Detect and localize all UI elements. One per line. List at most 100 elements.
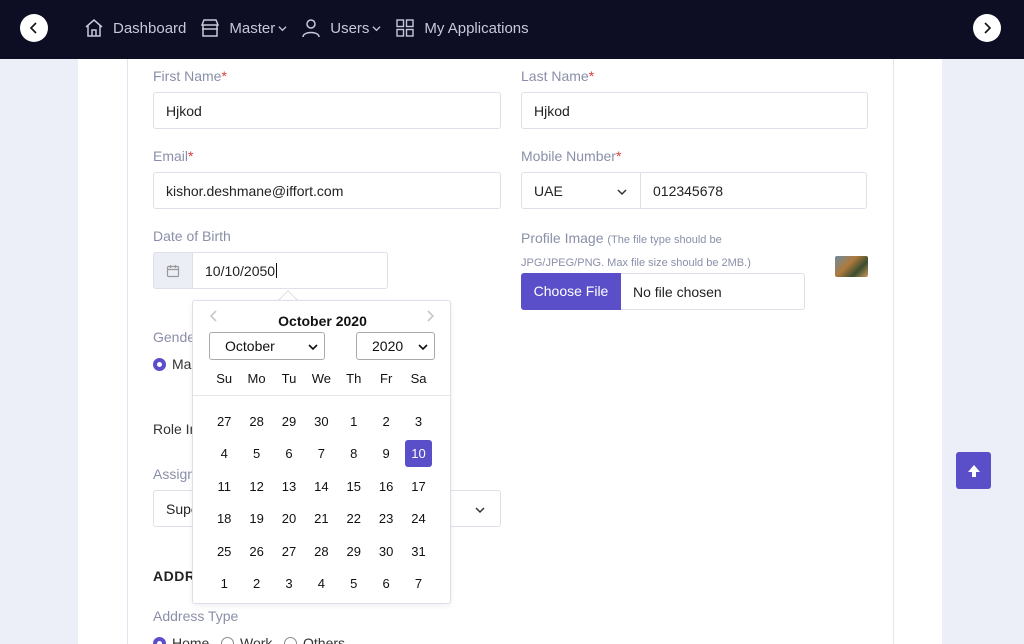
choose-file-button[interactable]: Choose File [521, 272, 621, 310]
gender-male-label: Ma [172, 356, 192, 372]
weekday-label: Tu [281, 371, 297, 386]
weekday-label: Th [346, 371, 362, 386]
calendar-day[interactable]: 31 [402, 535, 434, 568]
nav-users-label: Users [330, 19, 370, 37]
calendar-day[interactable]: 1 [208, 568, 240, 601]
calendar-day[interactable]: 4 [208, 438, 240, 471]
address-type-others-radio[interactable] [284, 637, 297, 644]
calendar-day[interactable]: 24 [402, 503, 434, 536]
user-icon [302, 19, 320, 38]
calendar-day[interactable]: 29 [273, 405, 305, 438]
calendar-day[interactable]: 9 [370, 438, 402, 471]
calendar-day[interactable]: 7 [305, 438, 337, 471]
first-name-input[interactable]: Hjkod [153, 92, 501, 129]
calendar-day[interactable]: 27 [208, 405, 240, 438]
chevron-right-icon [984, 22, 992, 34]
datepicker-title: October 2020 [278, 313, 367, 329]
gender-radio-male[interactable] [153, 358, 166, 371]
chevron-down-icon [418, 344, 428, 351]
scroll-to-top-button[interactable] [956, 452, 991, 489]
calendar-day[interactable]: 15 [338, 470, 370, 503]
dob-input[interactable]: 10/10/2050 [192, 252, 388, 289]
weekday-label: Sa [410, 371, 427, 386]
address-type-work-label: Work [240, 635, 273, 644]
text-cursor [276, 263, 278, 278]
address-heading: ADDR [153, 568, 196, 584]
chevron-down-icon [372, 25, 381, 31]
home-icon [85, 19, 103, 37]
calendar-day[interactable]: 2 [240, 568, 272, 601]
calendar-day[interactable]: 3 [273, 568, 305, 601]
calendar-addon[interactable] [153, 252, 193, 289]
calendar-day[interactable]: 21 [305, 503, 337, 536]
calendar-day[interactable]: 4 [305, 568, 337, 601]
calendar-day[interactable]: 6 [273, 438, 305, 471]
top-navbar: Dashboard Master Users My Applications [0, 0, 1024, 59]
calendar-day[interactable]: 17 [402, 470, 434, 503]
dob-value: 10/10/2050 [205, 262, 276, 279]
calendar-day[interactable]: 12 [240, 470, 272, 503]
calendar-day[interactable]: 1 [338, 405, 370, 438]
chevron-down-icon [308, 344, 318, 351]
last-name-label: Last Name* [521, 68, 595, 84]
calendar-day[interactable]: 30 [305, 405, 337, 438]
calendar-day[interactable]: 2 [370, 405, 402, 438]
calendar-day[interactable]: 27 [273, 535, 305, 568]
nav-my-applications-label: My Applications [424, 19, 529, 37]
calendar-day[interactable]: 3 [402, 405, 434, 438]
first-name-label: First Name* [153, 68, 227, 84]
profile-image-file-input[interactable]: Choose File No file chosen [521, 272, 805, 310]
calendar-day[interactable]: 10 [405, 440, 433, 468]
assign-label: Assign [153, 466, 196, 482]
calendar-day[interactable]: 5 [240, 438, 272, 471]
nav-back-button[interactable] [20, 14, 48, 42]
nav-master[interactable]: Master [200, 18, 287, 38]
nav-users[interactable]: Users [301, 18, 381, 38]
calendar-day[interactable]: 30 [370, 535, 402, 568]
year-select[interactable]: 2020 [356, 332, 435, 360]
month-select[interactable]: October [209, 332, 325, 360]
chevron-down-icon [617, 189, 627, 196]
calendar-day[interactable]: 29 [338, 535, 370, 568]
chevron-left-icon [29, 22, 37, 34]
calendar-day[interactable]: 25 [208, 535, 240, 568]
calendar-day[interactable]: 19 [240, 503, 272, 536]
calendar-day[interactable]: 22 [338, 503, 370, 536]
weekday-label: Fr [380, 371, 393, 386]
calendar-day[interactable]: 5 [338, 568, 370, 601]
calendar-day[interactable]: 23 [370, 503, 402, 536]
calendar-day[interactable]: 20 [273, 503, 305, 536]
dob-label: Date of Birth [153, 228, 231, 244]
calendar-day[interactable]: 28 [240, 405, 272, 438]
mobile-input[interactable]: 012345678 [640, 172, 867, 209]
calendar-day[interactable]: 26 [240, 535, 272, 568]
calendar-day[interactable]: 7 [402, 568, 434, 601]
calendar-day[interactable]: 18 [208, 503, 240, 536]
nav-forward-button[interactable] [973, 14, 1001, 42]
address-type-home-radio[interactable] [153, 637, 166, 644]
address-type-home-label: Home [172, 635, 210, 644]
calendar-day[interactable]: 13 [273, 470, 305, 503]
weekday-label: Su [216, 371, 233, 386]
weekday-label: Mo [247, 371, 266, 386]
address-type-others-label: Others [303, 635, 346, 644]
address-type-work-radio[interactable] [221, 637, 234, 644]
email-label: Email* [153, 148, 194, 164]
country-code-select[interactable]: UAE [521, 172, 641, 209]
gender-label: Gende [153, 329, 196, 345]
profile-image-label: Profile Image (The file type should be JP… [521, 230, 751, 269]
calendar-day[interactable]: 11 [208, 470, 240, 503]
nav-dashboard[interactable]: Dashboard [84, 18, 186, 38]
last-name-input[interactable]: Hjkod [521, 92, 868, 129]
mobile-label: Mobile Number* [521, 148, 622, 164]
calendar-day[interactable]: 8 [338, 438, 370, 471]
email-input[interactable]: kishor.deshmane@iffort.com [153, 172, 501, 209]
calendar-day[interactable]: 28 [305, 535, 337, 568]
nav-my-applications[interactable]: My Applications [395, 18, 529, 38]
calendar-day[interactable]: 16 [370, 470, 402, 503]
arrow-up-icon [967, 464, 980, 477]
calendar-day[interactable]: 6 [370, 568, 402, 601]
calendar-day[interactable]: 14 [305, 470, 337, 503]
weekday-label: We [311, 371, 331, 386]
nav-master-label: Master [229, 19, 276, 37]
